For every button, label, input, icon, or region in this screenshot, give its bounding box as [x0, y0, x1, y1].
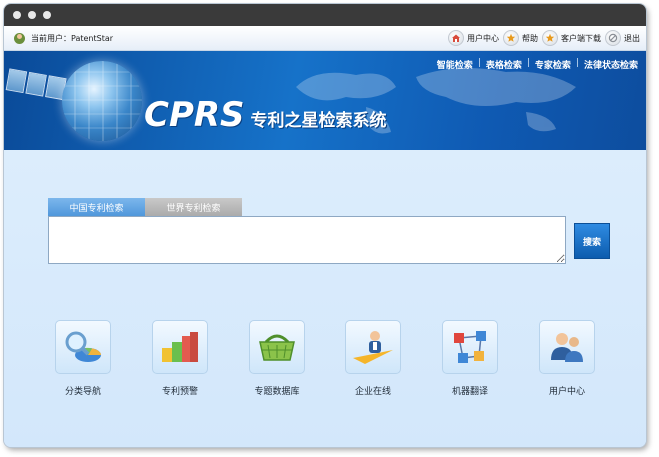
star-icon: [503, 30, 519, 46]
feature-label: 专利预警: [161, 387, 198, 397]
feature-category-nav[interactable]: 分类导航: [43, 320, 123, 397]
help-label: 帮助: [522, 33, 538, 43]
nav-table-search[interactable]: 表格检索: [486, 58, 522, 71]
header-banner: CPRS 专利之星检索系统 智能检索 | 表格检索 | 专家检索 | 法律状态检…: [4, 51, 646, 150]
magnifier-pie-icon: [55, 320, 111, 374]
home-icon: [448, 30, 464, 46]
current-user: 当前用户：PatentStar: [14, 32, 114, 44]
search-input[interactable]: [48, 216, 566, 264]
search-button[interactable]: 搜索: [574, 223, 610, 259]
minimize-dot[interactable]: [28, 11, 36, 19]
users-icon: [539, 320, 595, 374]
feature-label: 企业在线: [354, 387, 391, 397]
top-bar: 当前用户：PatentStar 用户中心 帮助 客户端下载 退出: [4, 26, 646, 51]
star-icon: [542, 30, 558, 46]
feature-topic-database[interactable]: 专题数据库: [237, 320, 317, 397]
window-chrome: [4, 4, 646, 26]
close-dot[interactable]: [13, 11, 21, 19]
search-tabs: 中国专利检索 世界专利检索: [48, 198, 242, 217]
feature-label: 用户中心: [548, 387, 585, 397]
feature-machine-translation[interactable]: 机器翻译: [430, 320, 510, 397]
nav-smart-search[interactable]: 智能检索: [437, 58, 473, 71]
client-download-link[interactable]: 客户端下载: [542, 30, 601, 46]
current-user-label: 当前用户：PatentStar: [31, 33, 114, 43]
globe-grid-graphic: [62, 61, 142, 141]
maximize-dot[interactable]: [43, 11, 51, 19]
logo-text: CPRS: [144, 95, 245, 135]
user-avatar-icon: [14, 32, 25, 44]
logout-link[interactable]: 退出: [605, 30, 640, 46]
top-links: 用户中心 帮助 客户端下载 退出: [448, 30, 640, 46]
paper-plane-person-icon: [345, 320, 401, 374]
basket-icon: [249, 320, 305, 374]
user-center-label: 用户中心: [467, 33, 499, 43]
browser-window: 当前用户：PatentStar 用户中心 帮助 客户端下载 退出 CPRS 专利…: [4, 4, 646, 447]
nav-expert-search[interactable]: 专家检索: [535, 58, 571, 71]
feature-patent-alert[interactable]: 专利预警: [140, 320, 220, 397]
nav-legal-status-search[interactable]: 法律状态检索: [584, 58, 638, 71]
nav-separator: |: [575, 58, 579, 68]
client-download-label: 客户端下载: [561, 33, 601, 43]
feature-label: 专题数据库: [254, 387, 300, 397]
bar-blocks-icon: [152, 320, 208, 374]
feature-enterprise-online[interactable]: 企业在线: [333, 320, 413, 397]
network-nodes-icon: [442, 320, 498, 374]
site-title: 专利之星检索系统: [250, 111, 387, 131]
nav-separator: |: [477, 58, 481, 68]
feature-label: 分类导航: [64, 387, 101, 397]
feature-label: 机器翻译: [451, 387, 488, 397]
search-mode-nav: 智能检索 | 表格检索 | 专家检索 | 法律状态检索: [437, 58, 638, 71]
feature-user-center[interactable]: 用户中心: [527, 320, 607, 397]
tab-china-patent[interactable]: 中国专利检索: [48, 198, 145, 217]
user-center-link[interactable]: 用户中心: [448, 30, 499, 46]
nav-separator: |: [526, 58, 530, 68]
tab-world-patent[interactable]: 世界专利检索: [145, 198, 242, 217]
no-entry-icon: [605, 30, 621, 46]
help-link[interactable]: 帮助: [503, 30, 538, 46]
main-content: 中国专利检索 世界专利检索 搜索 分类导航 专利预警 专题数据库 企业在线 机器…: [4, 150, 646, 447]
site-logo: CPRS 专利之星检索系统: [144, 95, 387, 135]
logout-label: 退出: [624, 33, 640, 43]
